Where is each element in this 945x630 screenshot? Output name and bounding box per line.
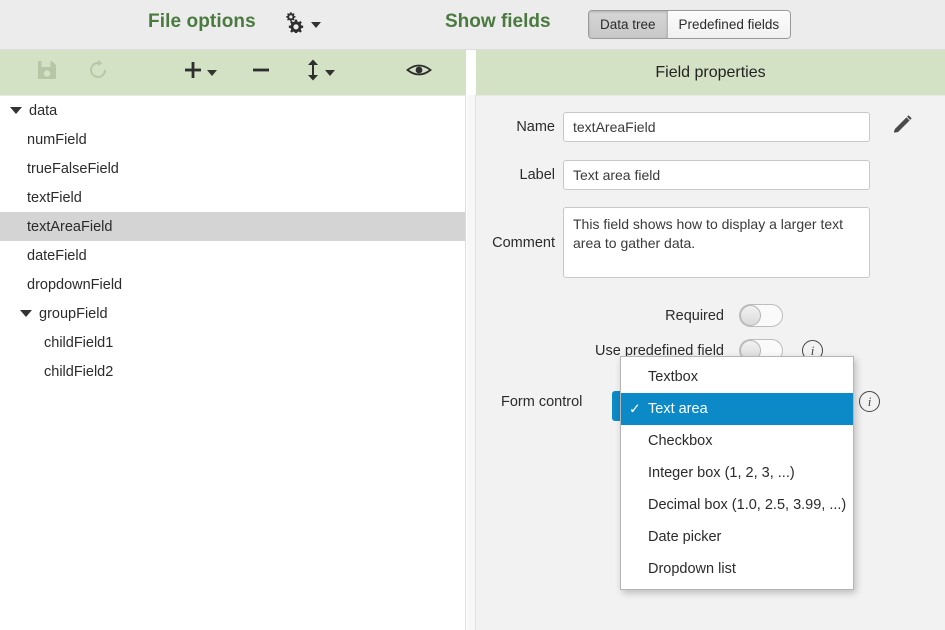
edit-name-button[interactable] <box>891 114 913 141</box>
label-label: Label <box>519 167 555 183</box>
top-toolbar: File options Show fields Data tree Prede… <box>0 0 945 50</box>
chevron-down-icon[interactable] <box>10 107 22 114</box>
toggle-knob <box>740 305 761 326</box>
tree-node-truefalsefield[interactable]: trueFalseField <box>0 154 465 183</box>
menu-item-checkbox[interactable]: Checkbox <box>621 425 853 457</box>
tree-node-label: numField <box>27 131 87 148</box>
remove-icon <box>251 60 271 85</box>
comment-row: Comment <box>476 207 945 278</box>
tree-node-textareafield[interactable]: textAreaField <box>0 212 465 241</box>
tree-node-label: trueFalseField <box>27 160 119 177</box>
show-fields-label: Show fields <box>445 11 551 32</box>
tab-data-tree[interactable]: Data tree <box>589 11 667 38</box>
label-row: Label <box>476 160 945 190</box>
move-field-button[interactable] <box>305 50 335 95</box>
form-control-dropdown-menu: Textbox ✓ Text area Checkbox Integer box… <box>620 356 854 590</box>
menu-item-date-picker[interactable]: Date picker <box>621 521 853 553</box>
form-control-label: Form control <box>501 393 583 410</box>
tree-node-dropdownfield[interactable]: dropdownField <box>0 270 465 299</box>
tree-node-label: dateField <box>27 247 87 264</box>
tree-node-groupfield[interactable]: groupField <box>0 299 465 328</box>
move-updown-icon <box>305 59 321 86</box>
show-fields-segmented-control: Data tree Predefined fields <box>588 10 792 39</box>
panel-divider[interactable] <box>467 95 476 630</box>
menu-item-label: Integer box (1, 2, 3, ...) <box>648 465 795 481</box>
menu-item-label: Decimal box (1.0, 2.5, 3.99, ...) <box>648 497 847 513</box>
tree-node-childfield2[interactable]: childField2 <box>0 357 465 386</box>
menu-item-integer-box[interactable]: Integer box (1, 2, 3, ...) <box>621 457 853 489</box>
field-properties-title: Field properties <box>655 63 766 81</box>
name-input[interactable] <box>563 112 870 142</box>
tab-predefined-fields[interactable]: Predefined fields <box>666 11 791 38</box>
tree-toolbar <box>0 50 466 95</box>
menu-item-dropdown-list[interactable]: Dropdown list <box>621 553 853 585</box>
comment-textarea[interactable] <box>563 207 870 278</box>
menu-item-text-area[interactable]: ✓ Text area <box>621 393 853 425</box>
pencil-icon <box>891 114 913 140</box>
name-label: Name <box>516 119 555 135</box>
chevron-down-icon[interactable] <box>20 310 32 317</box>
required-label: Required <box>665 307 724 324</box>
check-icon: ✓ <box>629 400 641 417</box>
preview-button[interactable] <box>406 50 432 95</box>
tree-node-label: textField <box>27 189 82 206</box>
menu-item-label: Checkbox <box>648 433 713 449</box>
comment-label: Comment <box>492 234 555 251</box>
tree-node-label: groupField <box>39 305 108 322</box>
caret-down-icon <box>207 69 217 76</box>
form-control-info-icon[interactable]: i <box>859 391 880 412</box>
menu-item-label: Text area <box>648 401 708 417</box>
menu-item-label: Textbox <box>648 369 698 385</box>
menu-item-decimal-box[interactable]: Decimal box (1.0, 2.5, 3.99, ...) <box>621 489 853 521</box>
preview-eye-icon <box>406 60 432 85</box>
refresh-icon <box>86 58 110 87</box>
add-icon <box>183 60 203 85</box>
tree-node-numfield[interactable]: numField <box>0 125 465 154</box>
file-options-menu-button[interactable] <box>283 11 321 38</box>
required-toggle[interactable] <box>739 304 783 327</box>
gears-icon <box>283 11 309 38</box>
remove-field-button[interactable] <box>251 50 271 95</box>
menu-item-label: Dropdown list <box>648 561 736 577</box>
tree-node-label: data <box>29 102 58 119</box>
caret-down-icon <box>325 69 335 76</box>
tree-node-textfield[interactable]: textField <box>0 183 465 212</box>
tree-node-label: childField1 <box>44 334 114 351</box>
save-button[interactable] <box>36 50 58 95</box>
tree-node-data[interactable]: data <box>0 96 465 125</box>
tree-node-datefield[interactable]: dateField <box>0 241 465 270</box>
label-input[interactable] <box>563 160 870 190</box>
required-row: Required <box>476 304 945 327</box>
app-window: File options Show fields Data tree Prede… <box>0 0 945 630</box>
menu-item-label: Date picker <box>648 529 722 545</box>
name-row: Name <box>476 112 945 142</box>
save-icon <box>36 59 58 86</box>
tree-node-label: childField2 <box>44 363 114 380</box>
data-tree-panel: data numField trueFalseField textField t… <box>0 95 466 630</box>
menu-item-textbox[interactable]: Textbox <box>621 361 853 393</box>
file-options-label: File options <box>148 11 256 32</box>
tree-node-label: dropdownField <box>27 276 123 293</box>
add-field-button[interactable] <box>183 50 217 95</box>
caret-down-icon <box>311 21 321 28</box>
refresh-button[interactable] <box>86 50 110 95</box>
tree-node-childfield1[interactable]: childField1 <box>0 328 465 357</box>
field-properties-header: Field properties <box>476 50 945 95</box>
tree-node-label: textAreaField <box>27 218 113 235</box>
